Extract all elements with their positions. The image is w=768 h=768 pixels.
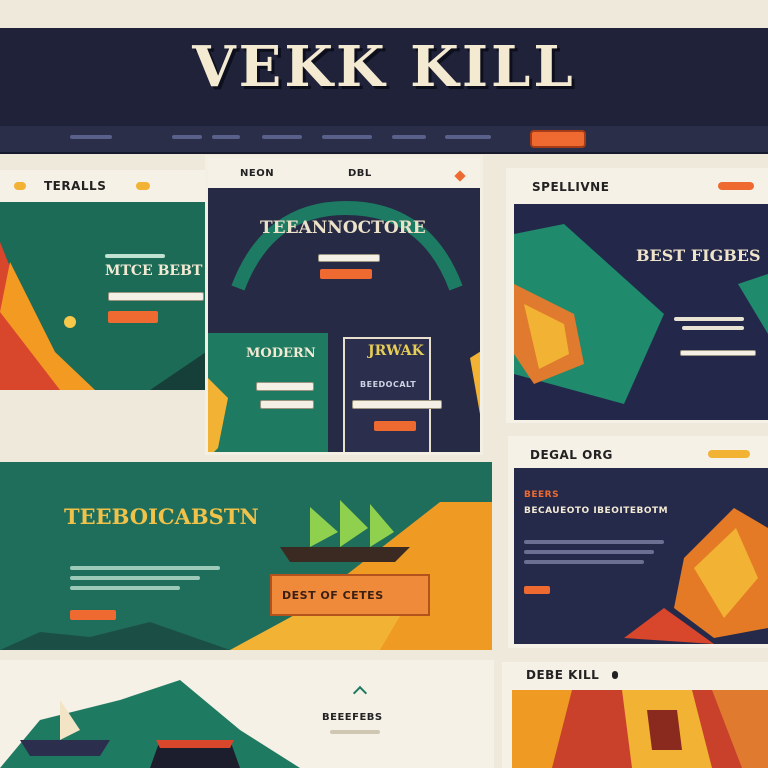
right-mid-content: BEERS BECAUEOTO IBEOITEBOTM [514,468,768,644]
bottom-right-panel: DEBE KILL [502,662,768,768]
right-mid-pill[interactable] [708,450,750,458]
window-title: TEEANNOCTORE [260,218,426,238]
tab-marker [14,182,26,190]
left-panel: TERALLS MTCE BEBT [0,170,206,390]
bottom-left-art [0,680,300,768]
nav-item[interactable] [172,135,202,139]
banner-title: TEEBOICABSTN [64,504,259,529]
header-cta-button[interactable] [530,130,586,148]
card-a-title: MODERN [246,346,316,361]
bottom-right-art [512,690,768,768]
card-b-subtitle: BEEDOCALT [360,380,417,389]
right-mid-headline-b: BECAUEOTO IBEOITEBOTM [524,506,669,516]
text-line [682,326,744,330]
right-mid-headline-a: BEERS [524,490,560,500]
center-window: NEON DBL TEEANNOCTORE MODERN JRWAK BEEDO… [205,155,483,455]
left-panel-headline: MTCE BEBT [105,263,203,279]
right-top-title: BEST FIGBES [636,246,761,265]
right-mid-panel: DEGAL ORG BEERS BECAUEOTO IBEOITEBOTM [508,436,768,648]
right-top-art [514,224,768,404]
banner-cta-button[interactable]: DEST OF CETES [270,574,430,616]
left-panel-tab-label[interactable]: TERALLS [44,179,106,193]
nav-item[interactable] [262,135,302,139]
nav-item[interactable] [70,135,112,139]
nav-bar [0,126,768,154]
hero-banner: TEEBOICABSTN DEST OF CETES [0,462,492,650]
page: VEKK KILL TERALLS MTCE BEBT NEON DBL TEE… [0,0,768,768]
text-line [70,586,180,590]
text-line [524,550,654,554]
banner-small-button[interactable] [70,610,116,620]
card-a-input[interactable] [256,382,314,391]
window-input[interactable] [318,254,380,262]
banner-cta-label: DEST OF CETES [282,589,384,602]
right-top-content: BEST FIGBES [514,204,768,420]
window-tab-right[interactable]: DBL [348,168,372,179]
bottom-left-panel: BEEEFEBS [0,660,494,768]
card-b-input[interactable] [352,400,442,409]
text-line [70,576,200,580]
nav-item[interactable] [392,135,426,139]
right-top-tab-label[interactable]: SPELLIVNE [532,180,609,194]
text-line [105,254,165,258]
nav-item[interactable] [212,135,240,139]
nav-item[interactable] [445,135,491,139]
text-line [330,730,380,734]
left-panel-input[interactable] [108,292,204,301]
right-top-panel: SPELLIVNE BEST FIGBES [506,168,768,423]
text-line [524,540,664,544]
site-logo[interactable]: VEKK KILL [0,34,768,100]
right-top-pill[interactable] [718,182,754,190]
card-b-title: JRWAK [368,343,424,359]
window-button[interactable] [320,269,372,279]
card-b-button[interactable] [374,421,416,431]
tab-marker [612,671,618,679]
text-line [524,560,644,564]
tab-marker [136,182,150,190]
bottom-right-tab-label[interactable]: DEBE KILL [526,668,599,682]
nav-item[interactable] [322,135,372,139]
text-line [70,566,220,570]
right-top-input[interactable] [680,350,756,356]
right-mid-button[interactable] [524,586,550,594]
left-panel-button[interactable] [108,311,158,323]
right-mid-tab-label[interactable]: DEGAL ORG [530,448,613,462]
bottom-center-caption: BEEEFEBS [322,712,383,723]
text-line [674,317,744,321]
window-tab-left[interactable]: NEON [240,168,274,179]
banner-art [0,500,492,650]
card-a-input[interactable] [260,400,314,409]
